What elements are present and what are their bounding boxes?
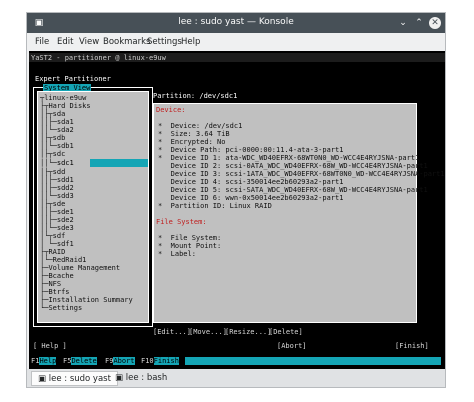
tree-item-sdf[interactable]: │└┬sdf [40, 232, 65, 240]
title-bar[interactable]: ▣ lee : sudo yast — Konsole ⌄ ⌃ ✕ [27, 13, 445, 33]
edit-button[interactable]: [Edit...] [153, 328, 191, 336]
minimize-icon[interactable]: ⌄ [397, 17, 409, 29]
tree-item-sda[interactable]: │├┬sda [40, 110, 65, 118]
tree-item-linux-e9uw[interactable]: ┬linux-e9uw [40, 94, 86, 102]
tree-panel: ┬linux-e9uw ├┬Hard Disks │├┬sda ││├─sda1… [37, 91, 149, 323]
terminal-tab-icon: ▣ [115, 373, 126, 383]
menu-view[interactable]: View [79, 37, 99, 47]
device-line: Device ID 2: scsi-0ATA_WDC_WD40EFRX-68W_… [158, 162, 428, 170]
tree-item-redraid1[interactable]: │└─RedRaid1 [40, 256, 86, 264]
tree-item-raid[interactable]: ├┬RAID [40, 248, 65, 256]
device-heading: Device: [156, 106, 186, 114]
resize-button[interactable]: [Resize...] [225, 328, 271, 336]
tree-item-sda2[interactable]: ││└─sda2 [40, 126, 74, 134]
fs-heading: File System: [156, 218, 207, 226]
menu-file[interactable]: File [35, 37, 49, 47]
device-line: Device ID 4: scsi-350014ee2b60293a2-part… [158, 178, 344, 186]
fkey-bar-fill [185, 357, 441, 365]
tree-item-sdc[interactable]: │├┬sdc [40, 150, 65, 158]
device-line: * Device Path: pci-0000:00:11.4-ata-3-pa… [158, 146, 344, 154]
finish-button[interactable]: [Finish] [395, 342, 429, 350]
abort-button[interactable]: [Abort] [277, 342, 307, 350]
tree-item-sdc1[interactable]: ││└─sdc1 [40, 159, 74, 167]
menu-settings[interactable]: Settings [147, 37, 182, 47]
function-key-bar: F1Help F5Delete F9Abort F10Finish [29, 357, 445, 366]
window-title: lee : sudo yast — Konsole [178, 17, 294, 27]
delete-button[interactable]: [Delete] [269, 328, 303, 336]
fkey-f9[interactable]: F9Abort [105, 357, 135, 365]
tree-item-settings[interactable]: └─Settings [40, 304, 82, 312]
details-panel: Device: * Device: /dev/sdc1 * Size: 3.64… [153, 103, 445, 323]
tree-item-btrfs[interactable]: ├─Btrfs [40, 288, 70, 296]
device-line: * Partition ID: Linux RAID [158, 202, 272, 210]
device-line: * Device ID 1: ata-WDC_WD40EFRX-68WT0N0_… [158, 154, 420, 162]
tree-item-volume-management[interactable]: ├─Volume Management [40, 264, 120, 272]
device-line: * Device: /dev/sdc1 [158, 122, 243, 130]
menu-bookmarks[interactable]: Bookmarks [103, 37, 151, 47]
tab-sudo-yast[interactable]: ▣ lee : sudo yast [31, 371, 118, 386]
move-button[interactable]: [Move...] [189, 328, 227, 336]
fkey-f10[interactable]: F10Finish [141, 357, 179, 365]
tree-item-sdb[interactable]: │├┬sdb [40, 134, 65, 142]
device-line: * Size: 3.64 TiB [158, 130, 230, 138]
menu-help[interactable]: Help [181, 37, 200, 47]
device-line: * Encrypted: No [158, 138, 226, 146]
terminal-tab-icon: ▣ [38, 374, 49, 384]
tab-bash[interactable]: ▣ lee : bash [109, 371, 173, 386]
tree-item-sde[interactable]: │├┬sde [40, 200, 65, 208]
tree-item-sdd2[interactable]: ││├─sdd2 [40, 184, 74, 192]
tree-item-sde2[interactable]: ││├─sde2 [40, 216, 74, 224]
fs-line: * Mount Point: [158, 242, 222, 250]
partition-label: Partition: /dev/sdc1 [153, 92, 238, 100]
tree-item-sdf1[interactable]: │ └─sdf1 [40, 240, 74, 248]
fkey-f1[interactable]: F1Help [31, 357, 57, 365]
konsole-window: ▣ lee : sudo yast — Konsole ⌄ ⌃ ✕ File E… [26, 12, 446, 388]
tree-item-sdd3[interactable]: ││└─sdd3 [40, 192, 74, 200]
tree-selection-highlight [90, 159, 148, 167]
section-title: Expert Partitioner [35, 75, 111, 83]
fs-line: * Label: [158, 250, 196, 258]
tree-item-installation-summary[interactable]: ├─Installation Summary [40, 296, 133, 304]
tree-item-sdb1[interactable]: ││└─sdb1 [40, 142, 74, 150]
menu-edit[interactable]: Edit [57, 37, 73, 47]
fs-line: * File System: [158, 234, 222, 242]
terminal-view[interactable]: YaST2 - partitioner @ linux-e9uw Expert … [29, 51, 445, 369]
tree-item-sde1[interactable]: ││├─sde1 [40, 208, 74, 216]
help-button[interactable]: [ Help ] [33, 342, 67, 350]
tree-item-sdd[interactable]: │├┬sdd [40, 168, 65, 176]
maximize-icon[interactable]: ⌃ [413, 17, 425, 29]
tree-item-bcache[interactable]: ├─Bcache [40, 272, 74, 280]
device-line: Device ID 3: scsi-1ATA_WDC_WD40EFRX-68WT… [158, 170, 445, 178]
close-icon[interactable]: ✕ [429, 17, 441, 29]
tree-item-sda1[interactable]: ││├─sda1 [40, 118, 74, 126]
device-line: Device ID 5: scsi-SATA_WDC_WD40EFRX-68W_… [158, 186, 428, 194]
tree-item-hard-disks[interactable]: ├┬Hard Disks [40, 102, 91, 110]
tab-bar: ▣ lee : sudo yast ▣ lee : bash [27, 369, 445, 387]
device-line: Device ID 6: wwn-0x50014ee2b60293a2-part… [158, 194, 344, 202]
tree-item-sde3[interactable]: ││└─sde3 [40, 224, 74, 232]
tree-item-nfs[interactable]: ├─NFS [40, 280, 61, 288]
yast-header: YaST2 - partitioner @ linux-e9uw [31, 54, 166, 62]
menu-bar: File Edit View Bookmarks Settings Help [27, 33, 445, 51]
tree-item-sdd1[interactable]: ││├─sdd1 [40, 176, 74, 184]
fkey-f5[interactable]: F5Delete [63, 357, 97, 365]
